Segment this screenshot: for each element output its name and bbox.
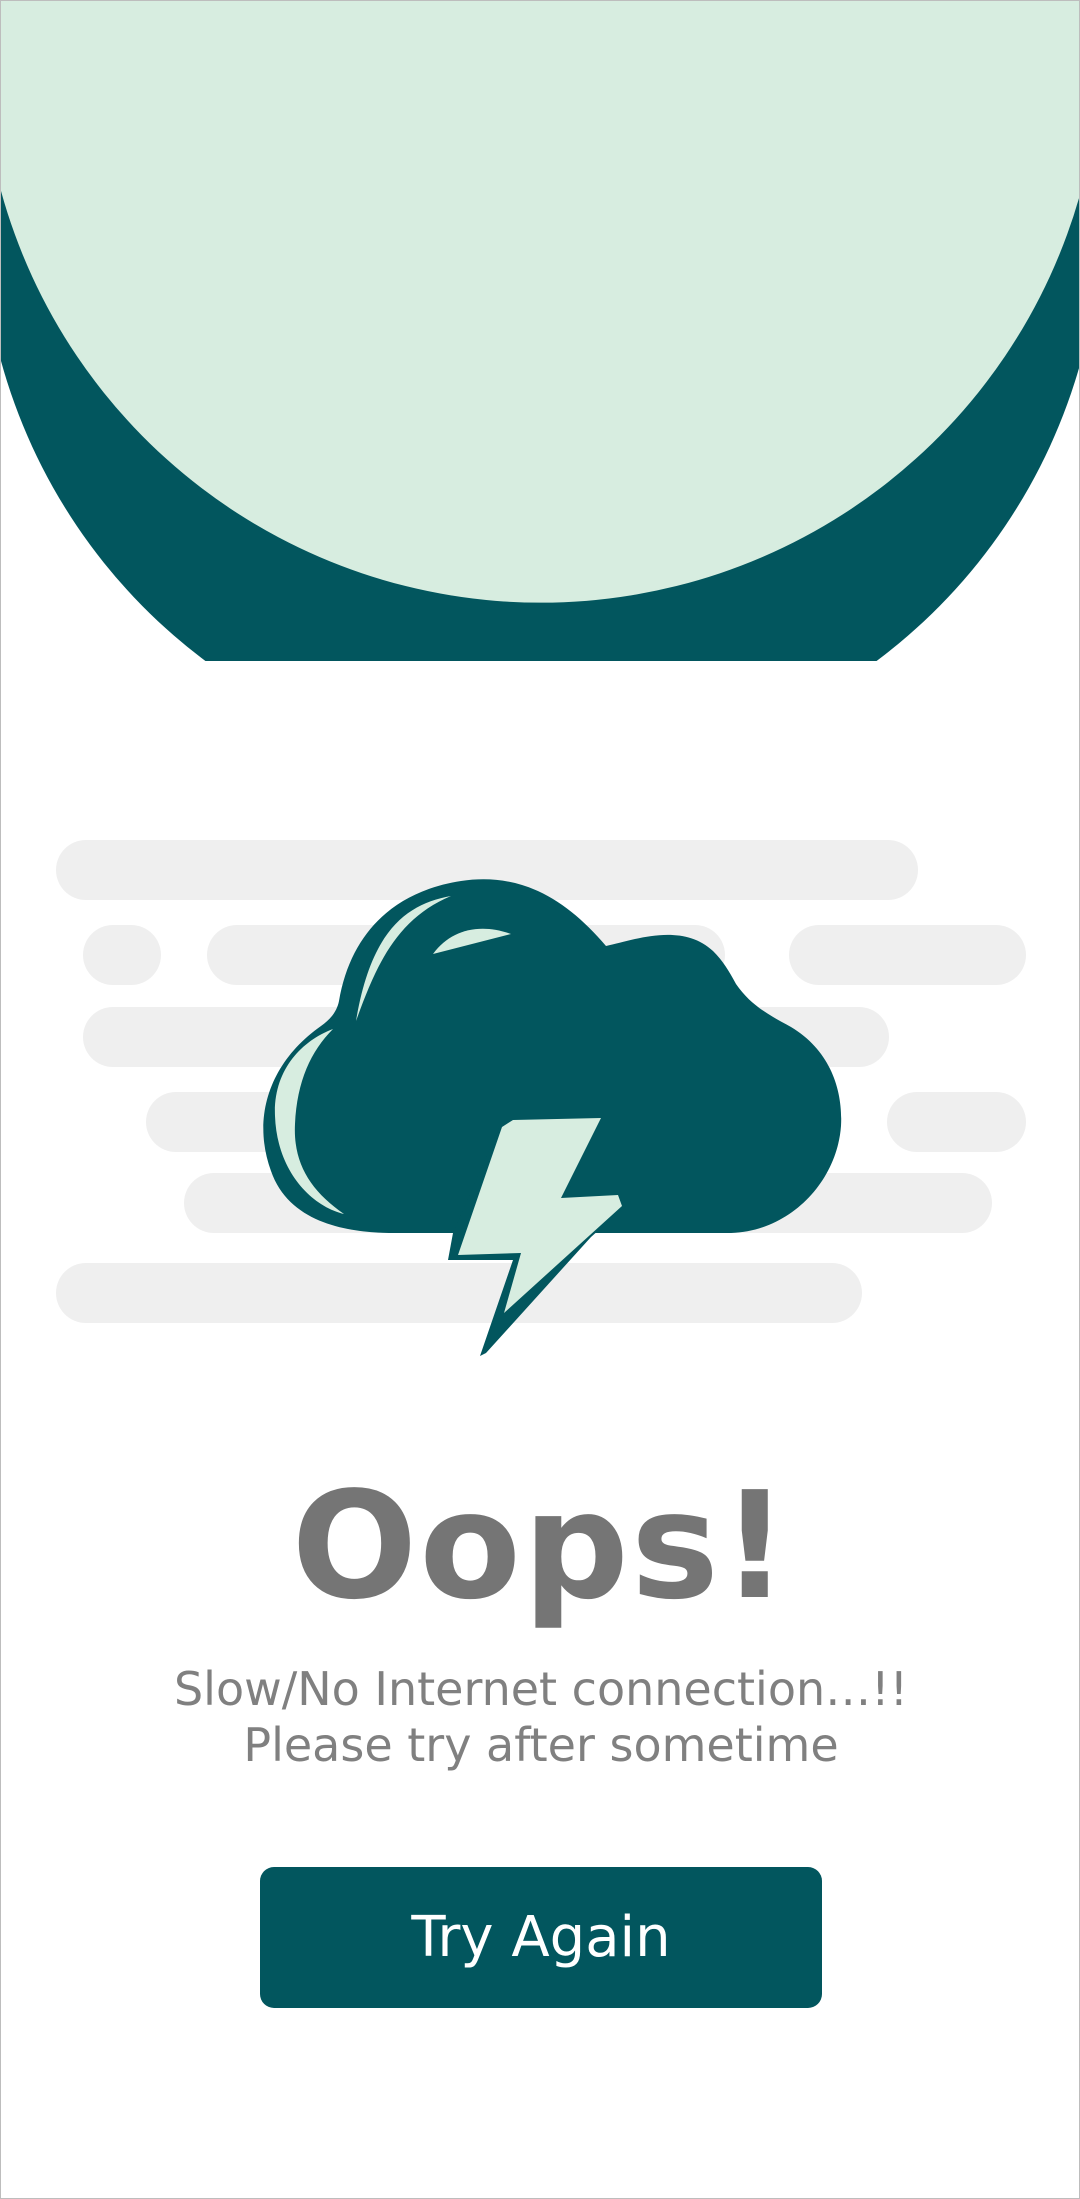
no-connection-illustration (56, 840, 1026, 1356)
placeholder-line (83, 925, 161, 985)
placeholder-line (56, 1263, 862, 1323)
error-message-line1: Slow/No Internet connection…!! (173, 1662, 909, 1716)
error-screen: Oops! Slow/No Internet connection…!! Ple… (0, 0, 1080, 2199)
try-again-button[interactable]: Try Again (260, 1867, 822, 2008)
error-title: Oops! (291, 1460, 791, 1632)
placeholder-line (789, 925, 1026, 985)
error-message-line2: Please try after sometime (243, 1718, 839, 1772)
placeholder-line (887, 1092, 1026, 1152)
header-decoration (1, 1, 1079, 661)
